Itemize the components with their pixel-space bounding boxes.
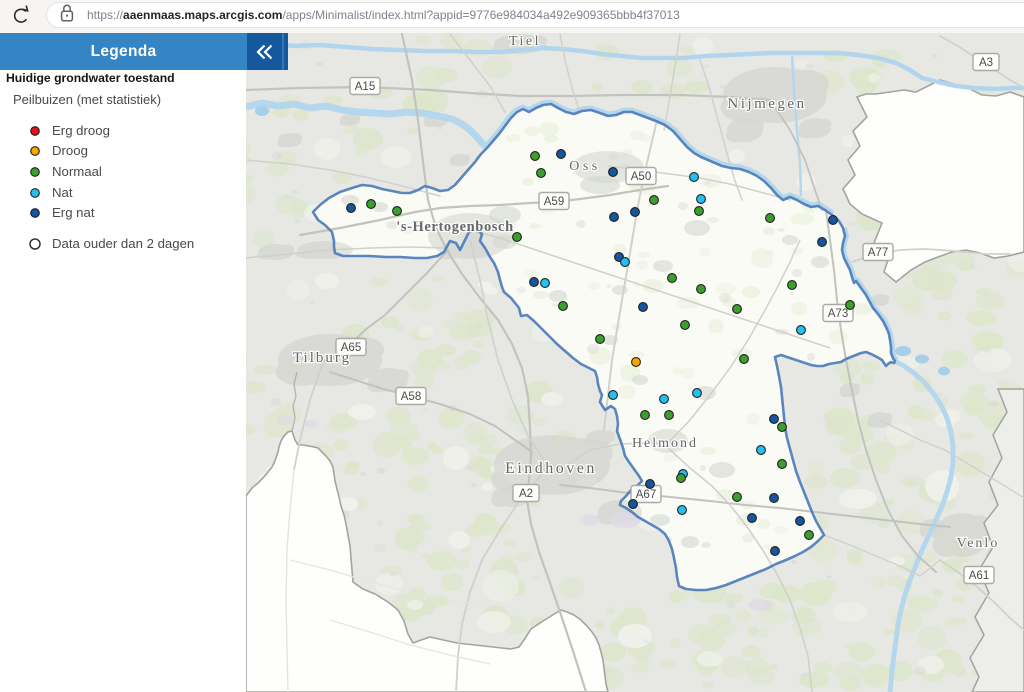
svg-text:A67: A67	[636, 489, 656, 501]
svg-text:Oss: Oss	[569, 159, 601, 174]
svg-text:A61: A61	[969, 570, 989, 582]
svg-text:'s-Hertogenbosch: 's-Hertogenbosch	[396, 219, 514, 235]
svg-text:Tilburg: Tilburg	[293, 350, 351, 366]
svg-text:A50: A50	[631, 171, 651, 183]
svg-text:A15: A15	[355, 81, 375, 93]
svg-text:Venlo: Venlo	[957, 536, 1000, 551]
svg-text:A2: A2	[519, 488, 533, 500]
svg-text:A59: A59	[544, 196, 564, 208]
svg-text:Tiel: Tiel	[509, 34, 541, 49]
svg-text:A77: A77	[868, 247, 888, 259]
svg-text:A58: A58	[401, 391, 421, 403]
svg-text:Eindhoven: Eindhoven	[505, 460, 597, 477]
svg-text:A73: A73	[828, 308, 848, 320]
svg-text:Nijmegen: Nijmegen	[727, 96, 806, 112]
svg-text:A3: A3	[979, 57, 993, 69]
svg-text:Helmond: Helmond	[632, 436, 698, 451]
